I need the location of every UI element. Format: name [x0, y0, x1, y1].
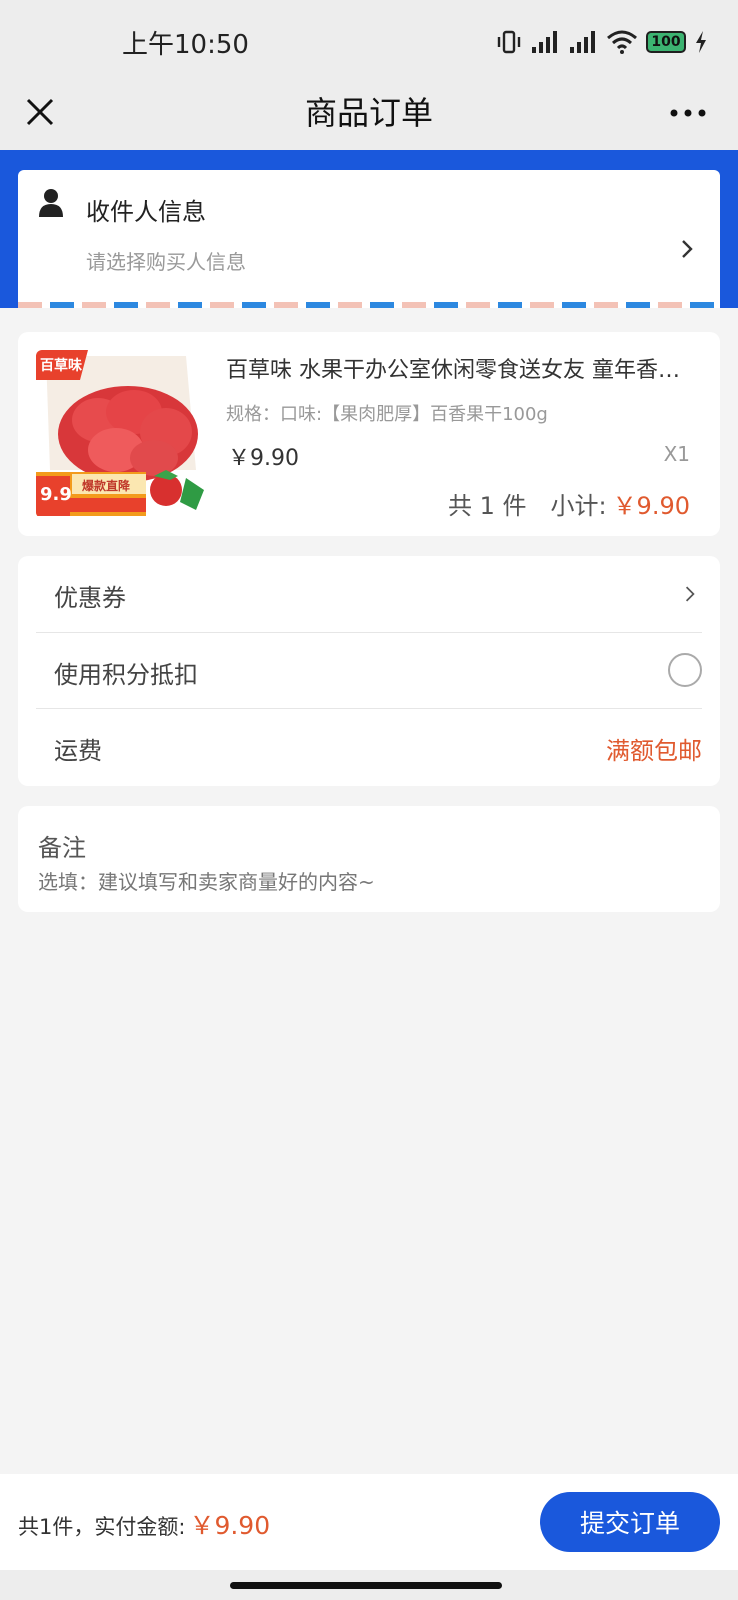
submit-order-button[interactable]: 提交订单: [540, 1492, 720, 1552]
product-spec: 规格：口味:【果肉肥厚】百香果干100g: [226, 404, 548, 425]
envelope-stripe: [18, 302, 720, 308]
product-badge-price: 9.9: [40, 484, 72, 505]
shipping-value: 满额包邮: [606, 737, 702, 765]
points-row: 使用积分抵扣: [36, 632, 702, 708]
note-card: 备注: [18, 806, 720, 912]
subtotal-label: 小计:: [550, 492, 607, 520]
shipping-label: 运费: [54, 737, 102, 765]
product-name[interactable]: 百草味 水果干办公室休闲零食送女友 童年香甜草莓干脯: [226, 352, 696, 384]
product-price: ￥9.90: [228, 446, 299, 471]
recipient-card[interactable]: 收件人信息 请选择购买人信息: [18, 170, 720, 308]
home-indicator-area: [0, 1570, 738, 1600]
chevron-right-icon: [685, 586, 695, 602]
status-icons: 100: [496, 26, 708, 58]
charging-icon: [696, 31, 706, 53]
options-card: 优惠券 使用积分抵扣 运费 满额包邮: [18, 556, 720, 786]
vibrate-icon: [497, 30, 521, 54]
recipient-placeholder: 请选择购买人信息: [86, 250, 246, 274]
signal-icon: [570, 31, 595, 53]
product-badge-text: 爆款直降: [82, 479, 131, 493]
total-amount: ￥9.90: [189, 1511, 271, 1540]
signal-icon: [532, 31, 557, 53]
note-title: 备注: [38, 834, 86, 862]
product-quantity: X1: [663, 442, 690, 466]
more-icon[interactable]: [668, 96, 708, 130]
product-subtotal: 共 1 件 小计: ￥9.90: [448, 486, 690, 521]
total-label: 共1件，实付金额:: [18, 1515, 186, 1539]
chevron-right-icon: [682, 240, 693, 258]
nav-bar: 商品订单: [0, 76, 738, 150]
points-label: 使用积分抵扣: [54, 661, 198, 689]
person-icon: [39, 189, 63, 217]
total-summary: 共1件，实付金额: ￥9.90: [18, 1506, 270, 1542]
shipping-row: 运费 满额包邮: [36, 708, 702, 784]
page-title: 商品订单: [304, 94, 433, 132]
product-image[interactable]: 百草味 爆款直降 9.9: [36, 350, 216, 518]
bottom-bar: 共1件，实付金额: ￥9.90 提交订单: [0, 1474, 738, 1570]
home-indicator[interactable]: [230, 1582, 502, 1589]
product-brand-text: 百草味: [40, 358, 82, 374]
status-bar: 上午10:50 100: [0, 0, 738, 76]
battery-icon: 100: [646, 31, 686, 53]
status-time: 上午10:50: [122, 30, 249, 60]
note-input[interactable]: [38, 870, 698, 894]
subtotal-value: ￥9.90: [612, 492, 690, 520]
coupon-row[interactable]: 优惠券: [36, 556, 702, 632]
points-toggle[interactable]: [668, 653, 702, 687]
coupon-label: 优惠券: [54, 584, 126, 612]
item-count: 共 1 件: [447, 492, 527, 520]
product-card: 百草味 爆款直降 9.9 百草味 水果干办公室休闲零食送女友 童年香甜草莓干脯 …: [18, 332, 720, 536]
wifi-icon: [607, 30, 637, 54]
recipient-title: 收件人信息: [86, 198, 206, 226]
